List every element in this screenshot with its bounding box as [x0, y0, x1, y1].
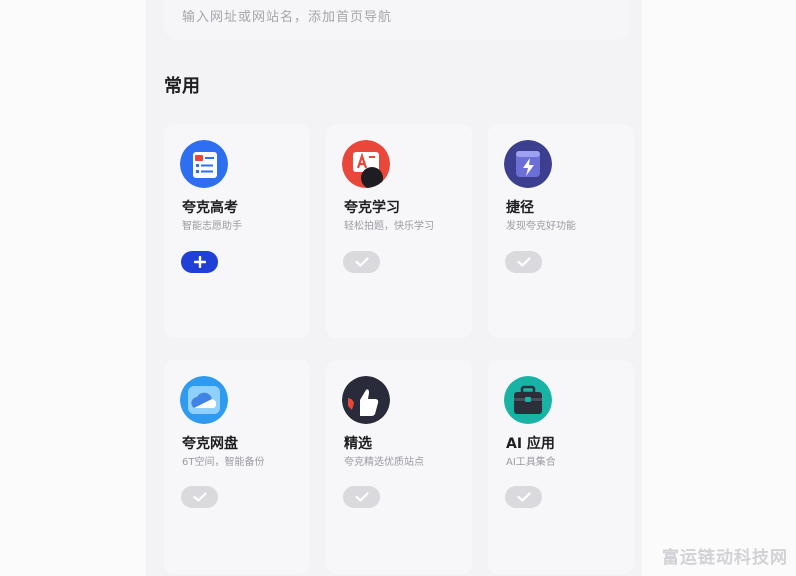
exam-icon — [180, 140, 228, 188]
ai-app-icon — [504, 376, 552, 424]
check-icon — [354, 257, 369, 267]
shortcut-icon — [504, 140, 552, 188]
app-card-gaokao[interactable]: 夸克高考 智能志愿助手 — [164, 124, 310, 338]
search-placeholder: 输入网址或网站名，添加首页导航 — [182, 10, 393, 25]
added-button[interactable] — [505, 251, 542, 273]
card-subtitle: AI工具集合 — [506, 457, 556, 468]
app-card-study[interactable]: 夸克学习 轻松拍题，快乐学习 — [326, 124, 472, 338]
check-icon — [516, 492, 531, 502]
featured-icon — [342, 376, 390, 424]
added-button[interactable] — [505, 486, 542, 508]
app-card-ai[interactable]: AI 应用 AI工具集合 — [488, 360, 634, 574]
app-card-featured[interactable]: 精选 夸克精选优质站点 — [326, 360, 472, 574]
card-subtitle: 发现夸克好功能 — [506, 221, 576, 232]
card-title: 夸克高考 — [182, 200, 238, 216]
card-title: AI 应用 — [506, 436, 555, 452]
card-subtitle: 6T空间，智能备份 — [182, 457, 265, 468]
added-button[interactable] — [181, 486, 218, 508]
card-title: 精选 — [344, 436, 372, 452]
card-title: 夸克网盘 — [182, 436, 238, 452]
card-subtitle: 夸克精选优质站点 — [344, 457, 424, 468]
check-icon — [192, 492, 207, 502]
added-button[interactable] — [343, 486, 380, 508]
card-subtitle: 轻松拍题，快乐学习 — [344, 221, 434, 232]
check-icon — [354, 492, 369, 502]
section-title: 常用 — [164, 76, 200, 97]
check-icon — [516, 257, 531, 267]
cloud-drive-icon — [180, 376, 228, 424]
card-title: 夸克学习 — [344, 200, 400, 216]
add-button[interactable] — [181, 251, 218, 273]
app-screen: 输入网址或网站名，添加首页导航 常用 夸克高考 智能志愿助手 夸克学习 轻松拍题… — [0, 0, 796, 576]
card-title: 捷径 — [506, 200, 534, 216]
plus-icon — [193, 256, 206, 268]
app-card-cloud-drive[interactable]: 夸克网盘 6T空间，智能备份 — [164, 360, 310, 574]
card-subtitle: 智能志愿助手 — [182, 221, 242, 232]
search-bar[interactable]: 输入网址或网站名，添加首页导航 — [164, 0, 630, 40]
added-button[interactable] — [343, 251, 380, 273]
study-icon — [342, 140, 390, 188]
app-card-shortcut[interactable]: 捷径 发现夸克好功能 — [488, 124, 634, 338]
watermark: 富运链动科技网 — [662, 548, 788, 568]
